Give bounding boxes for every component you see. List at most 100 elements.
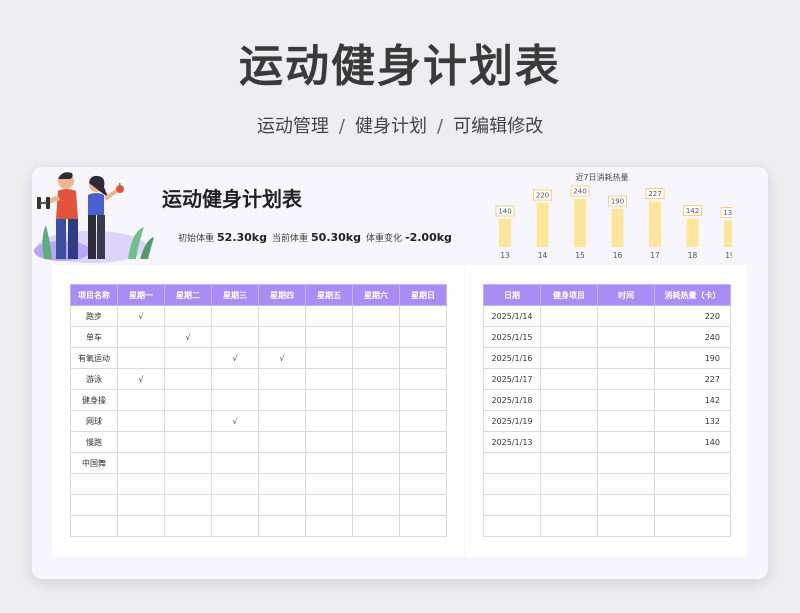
table-cell[interactable] [117, 515, 165, 537]
table-cell[interactable] [483, 452, 541, 474]
table-cell[interactable]: 190 [654, 347, 731, 369]
table-cell[interactable] [117, 494, 165, 516]
table-cell[interactable] [258, 473, 306, 495]
table-cell[interactable]: 132 [654, 410, 731, 432]
table-cell[interactable]: 2025/1/14 [483, 305, 541, 327]
table-cell[interactable] [483, 473, 541, 495]
table-cell[interactable] [70, 473, 118, 495]
table-cell[interactable] [399, 410, 447, 432]
table-cell[interactable] [597, 326, 655, 348]
table-cell[interactable] [352, 347, 400, 369]
table-cell[interactable] [164, 473, 212, 495]
table-cell[interactable] [305, 305, 353, 327]
table-cell[interactable] [597, 305, 655, 327]
table-cell[interactable]: 140 [654, 431, 731, 453]
table-cell[interactable] [117, 326, 165, 348]
table-cell[interactable] [597, 368, 655, 390]
table-cell[interactable]: 2025/1/19 [483, 410, 541, 432]
table-cell[interactable] [597, 431, 655, 453]
table-cell[interactable] [540, 515, 598, 537]
table-cell[interactable] [258, 410, 306, 432]
table-cell[interactable] [258, 305, 306, 327]
table-cell[interactable] [540, 473, 598, 495]
table-cell[interactable] [399, 473, 447, 495]
table-cell[interactable] [540, 452, 598, 474]
table-cell[interactable] [352, 389, 400, 411]
table-cell[interactable] [211, 326, 259, 348]
table-cell[interactable]: 2025/1/13 [483, 431, 541, 453]
week-header-cell[interactable]: 星期六 [352, 284, 400, 306]
table-cell[interactable]: √ [164, 326, 212, 348]
table-cell[interactable] [211, 389, 259, 411]
table-cell[interactable]: 游泳 [70, 368, 118, 390]
table-cell[interactable] [352, 305, 400, 327]
table-cell[interactable] [540, 494, 598, 516]
table-cell[interactable] [258, 515, 306, 537]
table-cell[interactable] [258, 494, 306, 516]
table-cell[interactable]: 单车 [70, 326, 118, 348]
table-cell[interactable] [597, 473, 655, 495]
table-cell[interactable]: √ [117, 368, 165, 390]
table-cell[interactable] [483, 515, 541, 537]
table-cell[interactable]: 2025/1/17 [483, 368, 541, 390]
table-cell[interactable]: 220 [654, 305, 731, 327]
table-cell[interactable] [399, 347, 447, 369]
week-header-cell[interactable]: 星期二 [164, 284, 212, 306]
table-cell[interactable]: 有氧运动 [70, 347, 118, 369]
table-cell[interactable] [117, 389, 165, 411]
table-cell[interactable]: √ [211, 347, 259, 369]
table-cell[interactable]: √ [258, 347, 306, 369]
table-cell[interactable] [305, 515, 353, 537]
table-cell[interactable] [305, 473, 353, 495]
table-cell[interactable]: 142 [654, 389, 731, 411]
log-header-cell[interactable]: 健身项目 [540, 284, 598, 306]
table-cell[interactable]: 2025/1/16 [483, 347, 541, 369]
table-cell[interactable] [305, 347, 353, 369]
table-cell[interactable]: 网球 [70, 410, 118, 432]
table-cell[interactable]: 2025/1/18 [483, 389, 541, 411]
table-cell[interactable] [654, 452, 731, 474]
table-cell[interactable] [597, 494, 655, 516]
log-header-cell[interactable]: 消耗热量（卡） [654, 284, 731, 306]
table-cell[interactable] [654, 473, 731, 495]
table-cell[interactable] [117, 410, 165, 432]
table-cell[interactable] [211, 494, 259, 516]
table-cell[interactable] [483, 494, 541, 516]
table-cell[interactable] [211, 431, 259, 453]
table-cell[interactable] [211, 305, 259, 327]
table-cell[interactable]: 健身操 [70, 389, 118, 411]
table-cell[interactable] [117, 452, 165, 474]
table-cell[interactable] [164, 305, 212, 327]
week-header-cell[interactable]: 星期五 [305, 284, 353, 306]
table-cell[interactable] [117, 347, 165, 369]
table-cell[interactable] [211, 368, 259, 390]
table-cell[interactable] [540, 389, 598, 411]
week-header-cell[interactable]: 星期一 [117, 284, 165, 306]
table-cell[interactable] [305, 368, 353, 390]
table-cell[interactable] [352, 515, 400, 537]
table-cell[interactable] [164, 452, 212, 474]
table-cell[interactable] [597, 452, 655, 474]
table-cell[interactable] [597, 389, 655, 411]
table-cell[interactable] [70, 494, 118, 516]
table-cell[interactable] [117, 473, 165, 495]
table-cell[interactable] [540, 431, 598, 453]
table-cell[interactable] [117, 431, 165, 453]
table-cell[interactable] [258, 368, 306, 390]
log-header-cell[interactable]: 日期 [483, 284, 541, 306]
table-cell[interactable] [164, 431, 212, 453]
table-cell[interactable] [597, 515, 655, 537]
table-cell[interactable] [352, 326, 400, 348]
table-cell[interactable] [540, 347, 598, 369]
table-cell[interactable] [305, 326, 353, 348]
table-cell[interactable] [211, 515, 259, 537]
week-header-cell[interactable]: 星期四 [258, 284, 306, 306]
table-cell[interactable] [399, 305, 447, 327]
log-header-cell[interactable]: 时间 [597, 284, 655, 306]
table-cell[interactable]: 227 [654, 368, 731, 390]
table-cell[interactable] [211, 452, 259, 474]
table-cell[interactable]: 慢跑 [70, 431, 118, 453]
table-cell[interactable] [399, 494, 447, 516]
table-cell[interactable] [164, 494, 212, 516]
table-cell[interactable] [352, 473, 400, 495]
